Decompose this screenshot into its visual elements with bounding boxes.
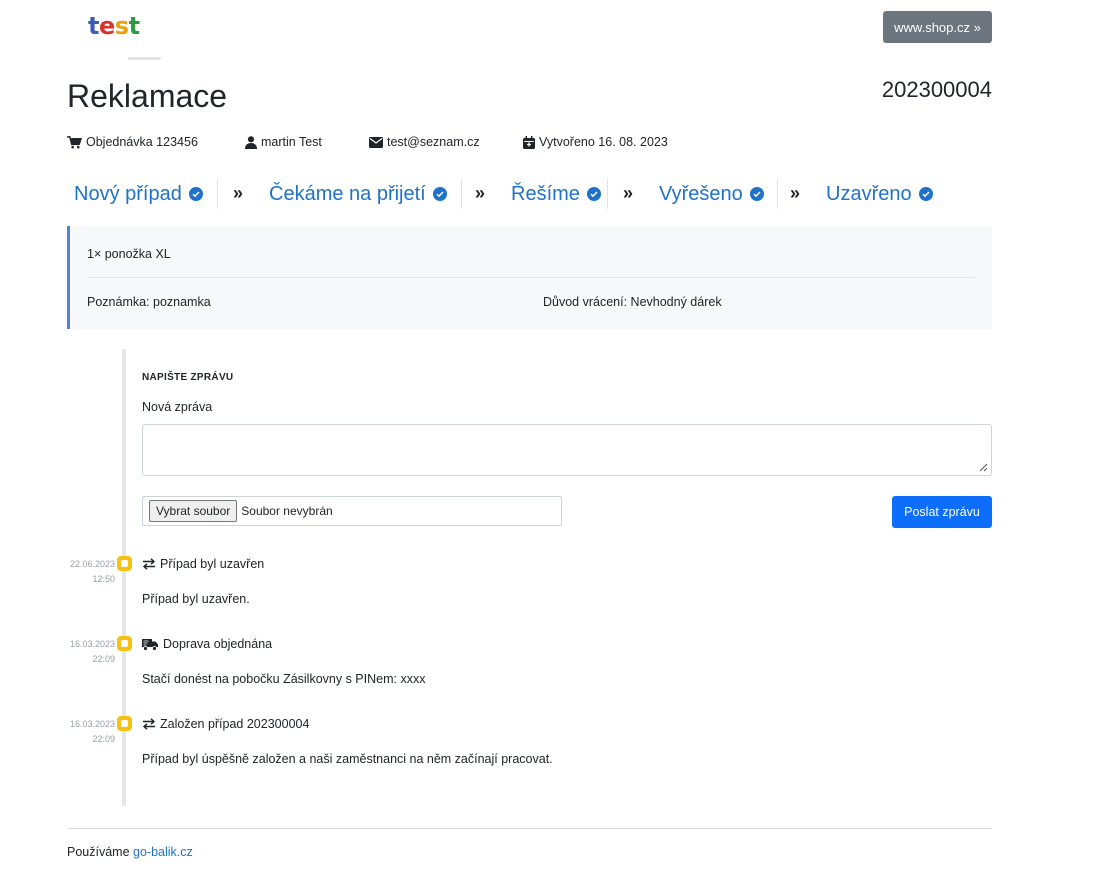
footer-divider xyxy=(67,828,992,829)
item-info-box: 1× ponožka XL Poznámka: poznamka Důvod v… xyxy=(67,226,992,329)
footer: Používáme go-balik.cz xyxy=(67,845,193,859)
step-cekame-na-prijeti[interactable]: Čekáme na přijetí xyxy=(269,178,447,210)
message-label: Nová zpráva xyxy=(142,400,213,414)
message-textarea[interactable] xyxy=(142,424,992,476)
check-circle-icon xyxy=(918,187,933,201)
item-name: 1× ponožka XL xyxy=(87,247,171,261)
event-text: Stačí donést na pobočku Zásilkovny s PIN… xyxy=(142,672,426,686)
logo-underline xyxy=(128,57,161,60)
event-dot xyxy=(117,636,132,651)
timeline-event: 16.03.2023 22:09 Založen případ 20230000… xyxy=(0,715,1116,775)
step-novy-pripad[interactable]: Nový případ xyxy=(74,178,203,210)
event-dot xyxy=(117,556,132,571)
event-title: Založen případ 202300004 xyxy=(142,717,309,731)
timeline-event: 16.03.2023 22:09 Doprava objednána Stačí… xyxy=(0,635,1116,695)
shop-link-button[interactable]: www.shop.cz » xyxy=(883,11,992,43)
cart-icon xyxy=(67,135,82,148)
step-uzavreno[interactable]: Uzavřeno xyxy=(826,178,933,210)
file-input[interactable]: Vybrat soubor Soubor nevybrán xyxy=(142,496,562,526)
event-text: Případ byl úspěšně založen a naši zaměst… xyxy=(142,752,553,766)
meta-order: Objednávka 123456 xyxy=(67,135,198,149)
choose-file-button[interactable]: Vybrat soubor xyxy=(149,500,238,522)
truck-icon xyxy=(142,638,158,651)
case-number: 202300004 xyxy=(881,77,992,102)
envelope-icon xyxy=(369,136,383,148)
item-note: Poznámka: poznamka xyxy=(87,295,211,309)
meta-email: test@seznam.cz xyxy=(369,135,480,149)
calendar-icon xyxy=(523,135,535,149)
case-meta: Objednávka 123456 martin Test test@sezna… xyxy=(67,135,992,153)
shop-logo[interactable]: test xyxy=(88,12,140,40)
event-time: 22:09 xyxy=(92,654,115,664)
divider xyxy=(87,277,975,278)
page-title: Reklamace xyxy=(67,78,228,114)
meta-created: Vytvořeno 16. 08. 2023 xyxy=(523,135,668,149)
exchange-icon xyxy=(142,718,156,730)
user-icon xyxy=(245,135,257,149)
send-message-button[interactable]: Poslat zprávu xyxy=(892,496,992,528)
step-resime[interactable]: Řešíme xyxy=(511,178,601,210)
event-time: 22:09 xyxy=(92,734,115,744)
exchange-icon xyxy=(142,558,156,570)
event-text: Případ byl uzavřen. xyxy=(142,592,250,606)
step-vyreseno[interactable]: Vyřešeno xyxy=(659,178,764,210)
event-title: Doprava objednána xyxy=(142,637,272,651)
check-circle-icon xyxy=(432,187,447,201)
check-circle-icon xyxy=(749,187,764,201)
status-steps: Nový případ » Čekáme na přijetí » Řešíme… xyxy=(67,178,992,210)
check-circle-icon xyxy=(586,187,601,201)
event-dot xyxy=(117,716,132,731)
timeline-event: 22.06.2023 12:50 Případ byl uzavřen Příp… xyxy=(0,555,1116,615)
footer-link[interactable]: go-balik.cz xyxy=(133,845,193,859)
return-reason: Důvod vrácení: Nevhodný dárek xyxy=(543,295,722,309)
resize-grip-icon[interactable] xyxy=(978,462,988,472)
file-status: Soubor nevybrán xyxy=(241,504,333,518)
check-circle-icon xyxy=(188,187,203,201)
event-title: Případ byl uzavřen xyxy=(142,557,264,571)
meta-customer: martin Test xyxy=(245,135,322,149)
event-time: 12:50 xyxy=(92,574,115,584)
message-form-heading: NAPIŠTE ZPRÁVU xyxy=(142,372,234,383)
